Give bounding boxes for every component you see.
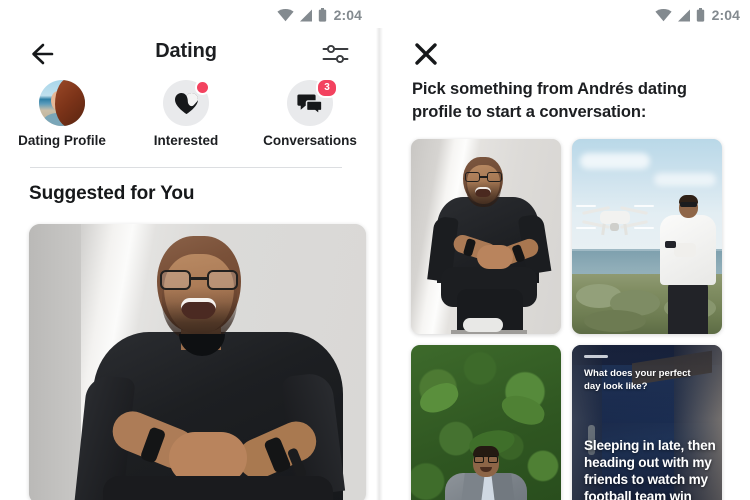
dating-home-panel: 2:04 Dating Dating Profile Interested 3 … <box>0 0 372 500</box>
conversation-prompt-text: Pick something from Andrés dating profil… <box>412 80 687 122</box>
prompt-answer-text: Sleeping in late, then heading out with … <box>584 438 716 500</box>
battery-icon <box>696 8 704 22</box>
sidebar-item-label: Dating Profile <box>18 133 106 148</box>
prompt-question-text: What does your perfect day look like? <box>584 368 691 393</box>
sidebar-item-conversations[interactable]: 3 Conversations <box>248 78 372 158</box>
photo-studio-portrait[interactable] <box>411 139 561 334</box>
wifi-icon <box>654 8 672 21</box>
sidebar-item-label: Conversations <box>263 133 357 148</box>
close-x-icon[interactable] <box>413 41 439 67</box>
tune-sliders-icon[interactable] <box>322 41 350 67</box>
suggested-profile-card[interactable] <box>29 224 366 500</box>
sidebar-item-interested[interactable]: Interested <box>124 80 248 158</box>
prompt-card-perfect-day[interactable]: What does your perfect day look like? Sl… <box>572 345 722 500</box>
status-time: 2:04 <box>333 7 362 23</box>
battery-icon <box>318 8 326 22</box>
sidebar-item-dating-profile[interactable]: Dating Profile <box>0 80 124 158</box>
sidebar-item-label: Interested <box>153 133 219 148</box>
profile-content-grid: What does your perfect day look like? Sl… <box>411 139 723 500</box>
divider <box>30 167 342 168</box>
screenshot-root: 2:04 Dating Dating Profile Interested 3 … <box>0 0 750 500</box>
suggested-profile-photo <box>29 224 366 500</box>
interested-icon-wrap <box>163 80 210 126</box>
status-badge: 3 <box>316 78 338 98</box>
dating-profile-icon-wrap <box>39 80 85 126</box>
avatar-hair <box>55 80 85 126</box>
photo-drone-coast[interactable] <box>572 139 722 334</box>
app-bar: Dating <box>0 32 372 76</box>
cellular-signal-icon <box>299 9 312 21</box>
cellular-signal-icon <box>677 9 690 21</box>
section-title: Suggested for You <box>29 183 195 204</box>
status-bar-right: 2:04 <box>383 0 750 30</box>
avatar <box>39 80 85 126</box>
status-bar-left: 2:04 <box>0 0 372 30</box>
panel-divider <box>376 28 383 500</box>
status-time: 2:04 <box>711 7 740 23</box>
wifi-icon <box>276 8 294 21</box>
photo-greenery-portrait[interactable] <box>411 345 561 500</box>
grid-row: What does your perfect day look like? Sl… <box>411 345 723 500</box>
conversation-starter-panel: 2:04 Pick something from Andrés dating p… <box>383 0 750 500</box>
grid-row <box>411 139 723 334</box>
dating-tab-row: Dating Profile Interested 3 Conversation… <box>0 78 372 158</box>
prompt-accent-bar <box>584 355 608 358</box>
conversations-icon-wrap: 3 <box>287 78 338 126</box>
status-badge <box>195 80 210 95</box>
page-title: Dating <box>155 40 217 62</box>
